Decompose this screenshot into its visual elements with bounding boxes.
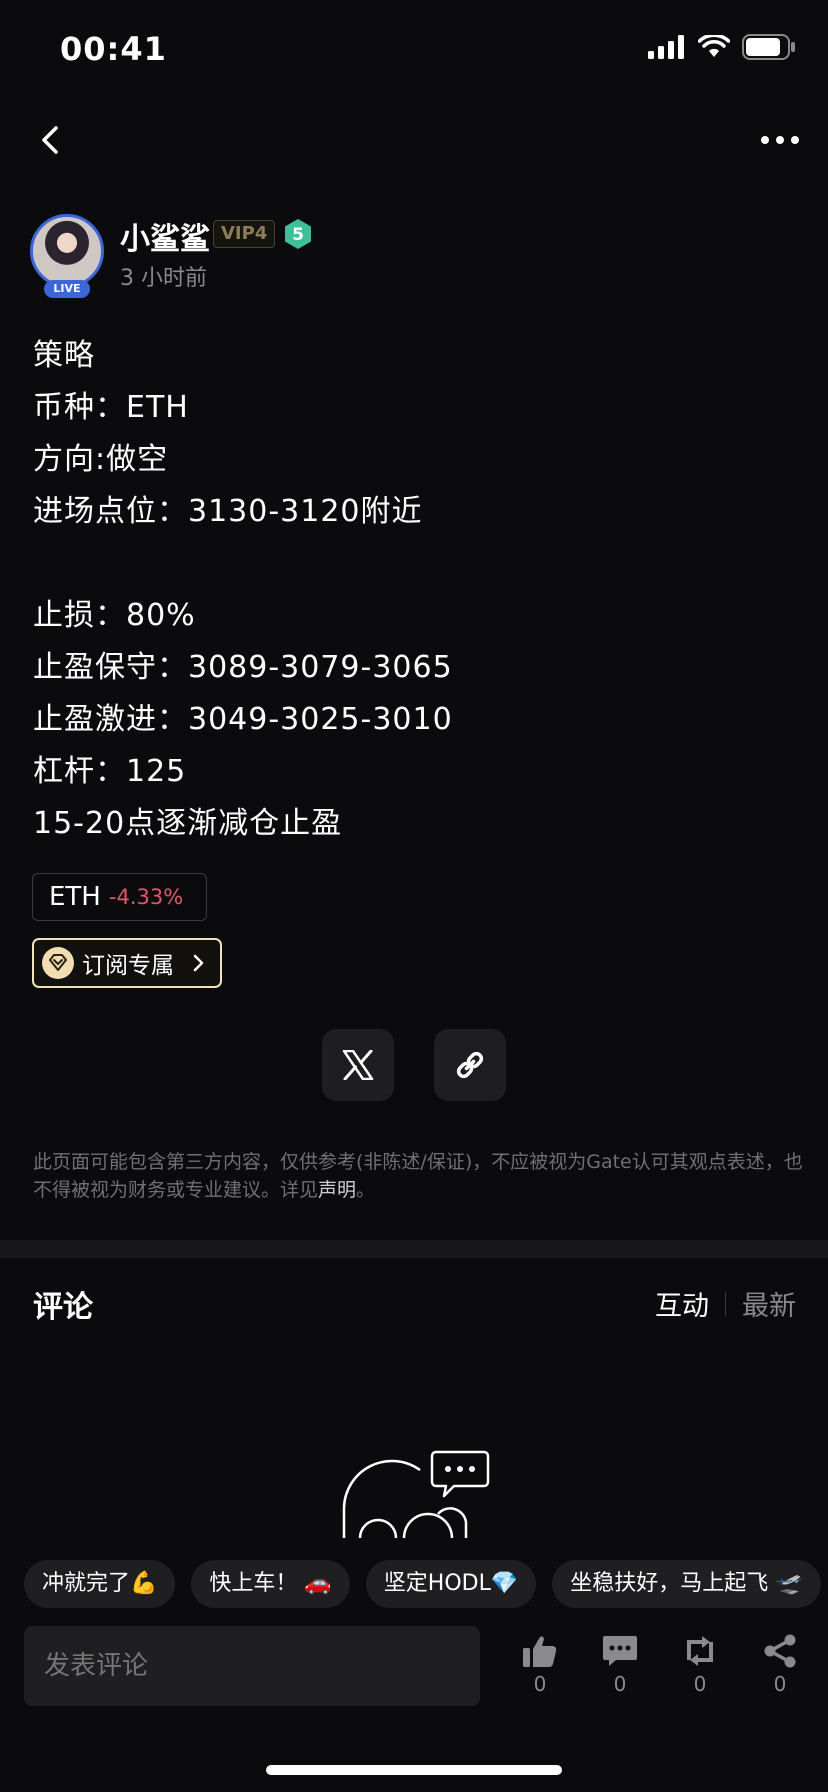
share-icon [764,1634,796,1668]
wifi-icon [698,35,730,57]
post-line [33,538,793,590]
disclaimer-link[interactable]: 声明 [318,1179,356,1201]
chevron-right-icon [193,954,204,972]
post-time: 3 小时前 [120,266,207,291]
post-line: 方向:做空 [33,442,169,477]
live-badge: LIVE [44,280,90,298]
post-line: 策略 [33,338,95,373]
battery-icon [742,34,795,60]
tab-interaction[interactable]: 互动 [655,1284,709,1323]
repost-count: 0 [693,1672,707,1696]
level-number: 5 [292,225,304,245]
coin-change: -4.33% [108,885,184,909]
quick-reply-chip[interactable]: 快上车！ 🚗 [191,1560,350,1608]
repost-icon [687,1636,713,1666]
comments-header: 评论 互动 最新 [0,1280,828,1325]
level-badge: 5 [285,219,311,249]
author-name[interactable]: 小鲨鲨 [120,214,210,258]
subscribe-label: 订阅专属 [82,953,174,979]
post-line: 币种：ETH [33,390,189,425]
post-line: 止盈保守：3089-3079-3065 [33,650,453,685]
quick-reply-chip[interactable]: 冲就完了💪 [24,1560,176,1608]
post-line: 止盈激进：3049-3025-3010 [33,702,453,737]
disclaimer: 此页面可能包含第三方内容，仅供参考(非陈述/保证)，不应被视为Gate认可其观点… [33,1148,803,1204]
share-x-button[interactable] [322,1029,394,1101]
bottom-action-bar: 0 0 0 0 [0,1626,828,1710]
comments-title: 评论 [33,1290,93,1325]
nav-bar [0,110,828,170]
section-divider [0,1240,828,1258]
avatar-image[interactable] [30,214,104,288]
quick-replies: 冲就完了💪 快上车！ 🚗 坚定HODL💎 坐稳扶好，马上起飞 🛫 [24,1560,828,1608]
signal-icon [648,35,684,59]
like-count: 0 [533,1672,547,1696]
comment-count: 0 [613,1672,627,1696]
tab-separator [725,1291,726,1316]
coin-symbol: ETH [49,882,101,912]
more-icon[interactable] [758,122,802,158]
empty-comments-illustration [336,1448,500,1538]
status-time: 00:41 [60,30,167,68]
comment-input[interactable] [24,1626,480,1706]
post-line: 杠杆：125 [33,754,187,789]
disclaimer-text: 此页面可能包含第三方内容，仅供参考(非陈述/保证)，不应被视为Gate认可其观点… [33,1151,803,1201]
status-bar: 00:41 [0,0,828,100]
link-icon [456,1051,484,1079]
x-logo-icon [342,1050,374,1080]
copy-link-button[interactable] [434,1029,506,1101]
author-header: LIVE 小鲨鲨 VIP4 5 3 小时前 [30,214,800,304]
post-line: 止损：80% [33,598,196,633]
back-icon[interactable] [30,120,70,160]
comment-sort-tabs: 互动 最新 [655,1284,796,1323]
like-button[interactable]: 0 [515,1634,565,1704]
avatar[interactable]: LIVE [30,214,106,298]
quick-reply-chip[interactable]: 坐稳扶好，马上起飞 🛫 [552,1560,821,1608]
post-line: 15-20点逐渐减仓止盈 [33,806,343,841]
home-indicator [266,1765,562,1775]
status-icons [648,34,796,60]
subscribe-button[interactable]: 订阅专属 [32,938,222,988]
disclaimer-suffix: 。 [356,1179,376,1201]
share-count: 0 [773,1672,787,1696]
thumbs-up-icon [523,1636,557,1667]
repost-button[interactable]: 0 [675,1634,725,1704]
post-content: 策略 币种：ETH 方向:做空 进场点位：3130-3120附近 止损：80% … [33,330,793,850]
quick-reply-chip[interactable]: 坚定HODL💎 [365,1560,537,1608]
share-button[interactable]: 0 [755,1634,805,1704]
comment-icon [603,1636,637,1666]
comment-button[interactable]: 0 [595,1634,645,1704]
coin-tag[interactable]: ETH -4.33% [32,873,207,921]
tab-latest[interactable]: 最新 [742,1284,796,1323]
diamond-icon [42,947,74,979]
post-line: 进场点位：3130-3120附近 [33,494,423,529]
vip-badge: VIP4 [213,220,276,248]
